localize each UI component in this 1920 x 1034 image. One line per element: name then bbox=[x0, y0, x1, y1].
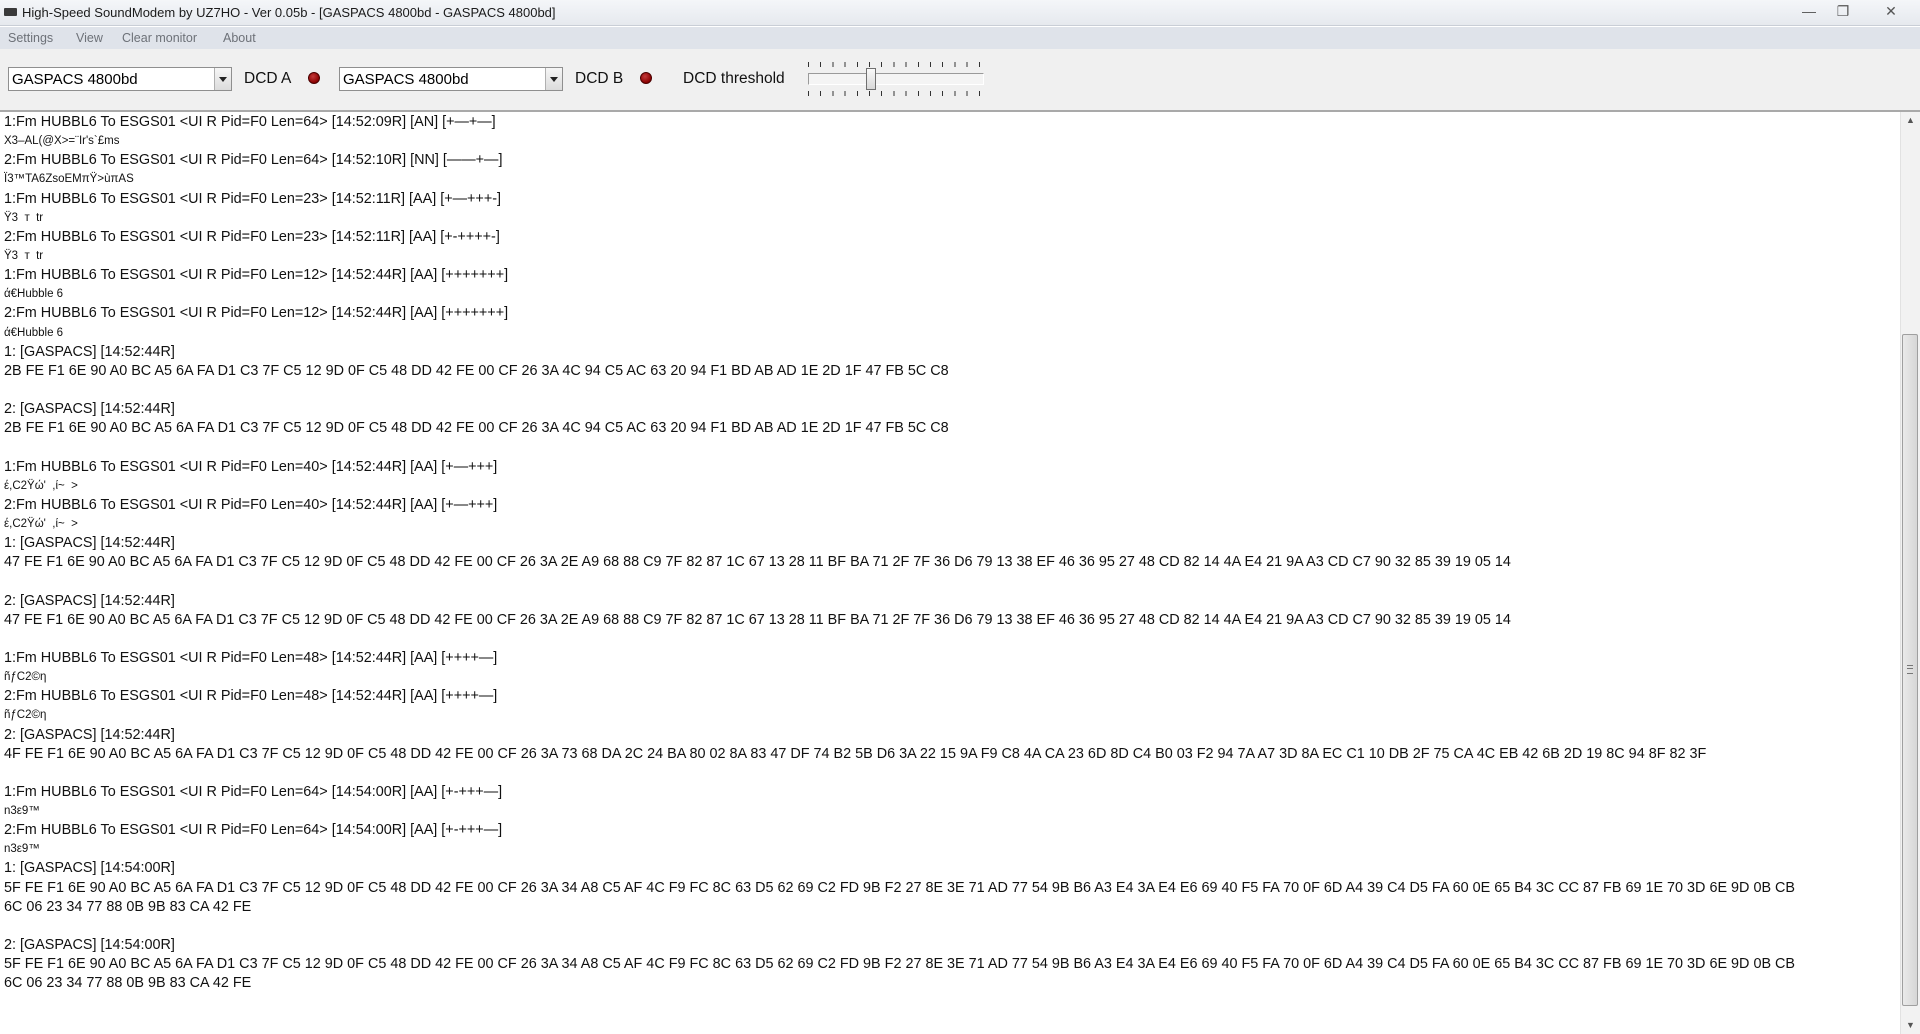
slider-track bbox=[808, 73, 984, 85]
restore-button[interactable]: ❐ bbox=[1829, 1, 1857, 21]
close-button[interactable]: ✕ bbox=[1874, 1, 1908, 21]
dcd-a-indicator bbox=[308, 72, 320, 84]
monitor-line: ά€Hubble 6 bbox=[4, 288, 64, 301]
monitor-line: 1:Fm HUBBL6 To ESGS01 <UI R Pid=F0 Len=2… bbox=[4, 190, 502, 207]
dcd-b-indicator bbox=[640, 72, 652, 84]
monitor-line: Ÿ3 т tr bbox=[4, 211, 44, 224]
dcd-a-label: DCD A bbox=[244, 70, 292, 87]
title-bar: High-Speed SoundModem by UZ7HO - Ver 0.0… bbox=[0, 0, 1920, 26]
scroll-down-arrow-icon[interactable]: ▼ bbox=[1901, 1017, 1920, 1034]
slider-ticks-top bbox=[808, 62, 984, 67]
minimize-button[interactable]: — bbox=[1795, 1, 1823, 21]
monitor-line bbox=[4, 917, 1900, 936]
menu-bar: Settings View Clear monitor About bbox=[0, 27, 1920, 49]
slider-ticks-bottom bbox=[808, 91, 984, 96]
monitor-line: 2: [GASPACS] [14:52:44R] bbox=[4, 401, 175, 418]
scroll-up-arrow-icon[interactable]: ▲ bbox=[1901, 112, 1920, 129]
dcd-threshold-label: DCD threshold bbox=[683, 70, 785, 87]
monitor-line: 47 FE F1 6E 90 A0 BC A5 6A FA D1 C3 7F C… bbox=[4, 554, 1511, 571]
monitor-line bbox=[4, 630, 1900, 649]
monitor-line: Ÿ3 т tr bbox=[4, 249, 44, 262]
toolbar: GASPACS 4800bd DCD A GASPACS 4800bd DCD … bbox=[0, 49, 1920, 112]
monitor-line: ά€Hubble 6 bbox=[4, 326, 64, 339]
monitor-line: 2B FE F1 6E 90 A0 BC A5 6A FA D1 C3 7F C… bbox=[4, 362, 949, 379]
monitor-line: 1: [GASPACS] [14:52:44R] bbox=[4, 535, 175, 552]
monitor-line bbox=[4, 764, 1900, 783]
modem-b-select[interactable]: GASPACS 4800bd bbox=[339, 67, 563, 91]
modem-a-value: GASPACS 4800bd bbox=[12, 71, 138, 88]
menu-settings[interactable]: Settings bbox=[8, 31, 53, 45]
monitor-log: 1:Fm HUBBL6 To ESGS01 <UI R Pid=F0 Len=6… bbox=[4, 113, 1900, 993]
monitor-line: 2:Fm HUBBL6 To ESGS01 <UI R Pid=F0 Len=1… bbox=[4, 305, 509, 322]
monitor-line bbox=[4, 438, 1900, 457]
dcd-b-label: DCD B bbox=[575, 70, 624, 87]
modem-b-value: GASPACS 4800bd bbox=[343, 71, 469, 88]
monitor-line: 6C 06 23 34 77 88 0B 9B 83 CA 42 FE bbox=[4, 975, 252, 992]
modem-a-select[interactable]: GASPACS 4800bd bbox=[8, 67, 232, 91]
vertical-scrollbar[interactable]: ▲ ▼ bbox=[1900, 112, 1920, 1034]
monitor-line: 2: [GASPACS] [14:52:44R] bbox=[4, 726, 175, 743]
menu-about[interactable]: About bbox=[223, 31, 256, 45]
app-icon bbox=[4, 8, 17, 16]
monitor-line: 1:Fm HUBBL6 To ESGS01 <UI R Pid=F0 Len=6… bbox=[4, 114, 496, 130]
monitor-line: n3ε9™ bbox=[4, 843, 40, 856]
grip-icon bbox=[1907, 665, 1913, 674]
monitor-line: 47 FE F1 6E 90 A0 BC A5 6A FA D1 C3 7F C… bbox=[4, 611, 1511, 628]
monitor-line: 1:Fm HUBBL6 To ESGS01 <UI R Pid=F0 Len=6… bbox=[4, 783, 503, 800]
monitor-line: X3–AL(@X>=¨Ir's`£ms bbox=[4, 135, 120, 148]
monitor-line: 1:Fm HUBBL6 To ESGS01 <UI R Pid=F0 Len=1… bbox=[4, 267, 509, 284]
monitor-line: 1: [GASPACS] [14:54:00R] bbox=[4, 860, 175, 877]
chevron-down-icon[interactable] bbox=[545, 68, 562, 90]
monitor-panel[interactable]: 1:Fm HUBBL6 To ESGS01 <UI R Pid=F0 Len=6… bbox=[0, 112, 1900, 1034]
dcd-threshold-slider[interactable] bbox=[806, 57, 986, 99]
monitor-line: 2B FE F1 6E 90 A0 BC A5 6A FA D1 C3 7F C… bbox=[4, 420, 949, 437]
monitor-line: ñƒC2©η bbox=[4, 709, 47, 722]
monitor-line: 2:Fm HUBBL6 To ESGS01 <UI R Pid=F0 Len=4… bbox=[4, 688, 498, 705]
monitor-line: 2:Fm HUBBL6 To ESGS01 <UI R Pid=F0 Len=4… bbox=[4, 496, 498, 513]
menu-view[interactable]: View bbox=[76, 31, 103, 45]
monitor-line: έ,C2Ÿώ' ,ί~ > bbox=[4, 517, 78, 530]
monitor-line bbox=[4, 381, 1900, 400]
monitor-line: 1: [GASPACS] [14:52:44R] bbox=[4, 343, 175, 360]
monitor-line: 2: [GASPACS] [14:52:44R] bbox=[4, 592, 175, 609]
monitor-line bbox=[4, 572, 1900, 591]
monitor-line: 2: [GASPACS] [14:54:00R] bbox=[4, 937, 175, 954]
scrollbar-thumb[interactable] bbox=[1902, 334, 1918, 1006]
slider-thumb[interactable] bbox=[866, 68, 877, 90]
monitor-line: Ï3™TA6ZsoEMπŸ>ùπAS bbox=[4, 173, 134, 186]
monitor-line: έ,C2Ÿώ' ,ί~ > bbox=[4, 479, 78, 492]
monitor-line: n3ε9™ bbox=[4, 805, 40, 818]
chevron-down-icon[interactable] bbox=[214, 68, 231, 90]
monitor-line: 2:Fm HUBBL6 To ESGS01 <UI R Pid=F0 Len=2… bbox=[4, 228, 500, 245]
monitor-line: 2:Fm HUBBL6 To ESGS01 <UI R Pid=F0 Len=6… bbox=[4, 822, 503, 839]
monitor-line: 1:Fm HUBBL6 To ESGS01 <UI R Pid=F0 Len=4… bbox=[4, 649, 498, 666]
monitor-line: 5F FE F1 6E 90 A0 BC A5 6A FA D1 C3 7F C… bbox=[4, 956, 1796, 973]
monitor-line: 1:Fm HUBBL6 To ESGS01 <UI R Pid=F0 Len=4… bbox=[4, 458, 498, 475]
menu-clear-monitor[interactable]: Clear monitor bbox=[122, 31, 197, 45]
monitor-line: 6C 06 23 34 77 88 0B 9B 83 CA 42 FE bbox=[4, 898, 252, 915]
monitor-line: 4F FE F1 6E 90 A0 BC A5 6A FA D1 C3 7F C… bbox=[4, 745, 1707, 762]
window-title: High-Speed SoundModem by UZ7HO - Ver 0.0… bbox=[22, 5, 556, 20]
monitor-line: 5F FE F1 6E 90 A0 BC A5 6A FA D1 C3 7F C… bbox=[4, 879, 1796, 896]
monitor-line: 2:Fm HUBBL6 To ESGS01 <UI R Pid=F0 Len=6… bbox=[4, 152, 503, 169]
monitor-line: ñƒC2©η bbox=[4, 671, 47, 684]
